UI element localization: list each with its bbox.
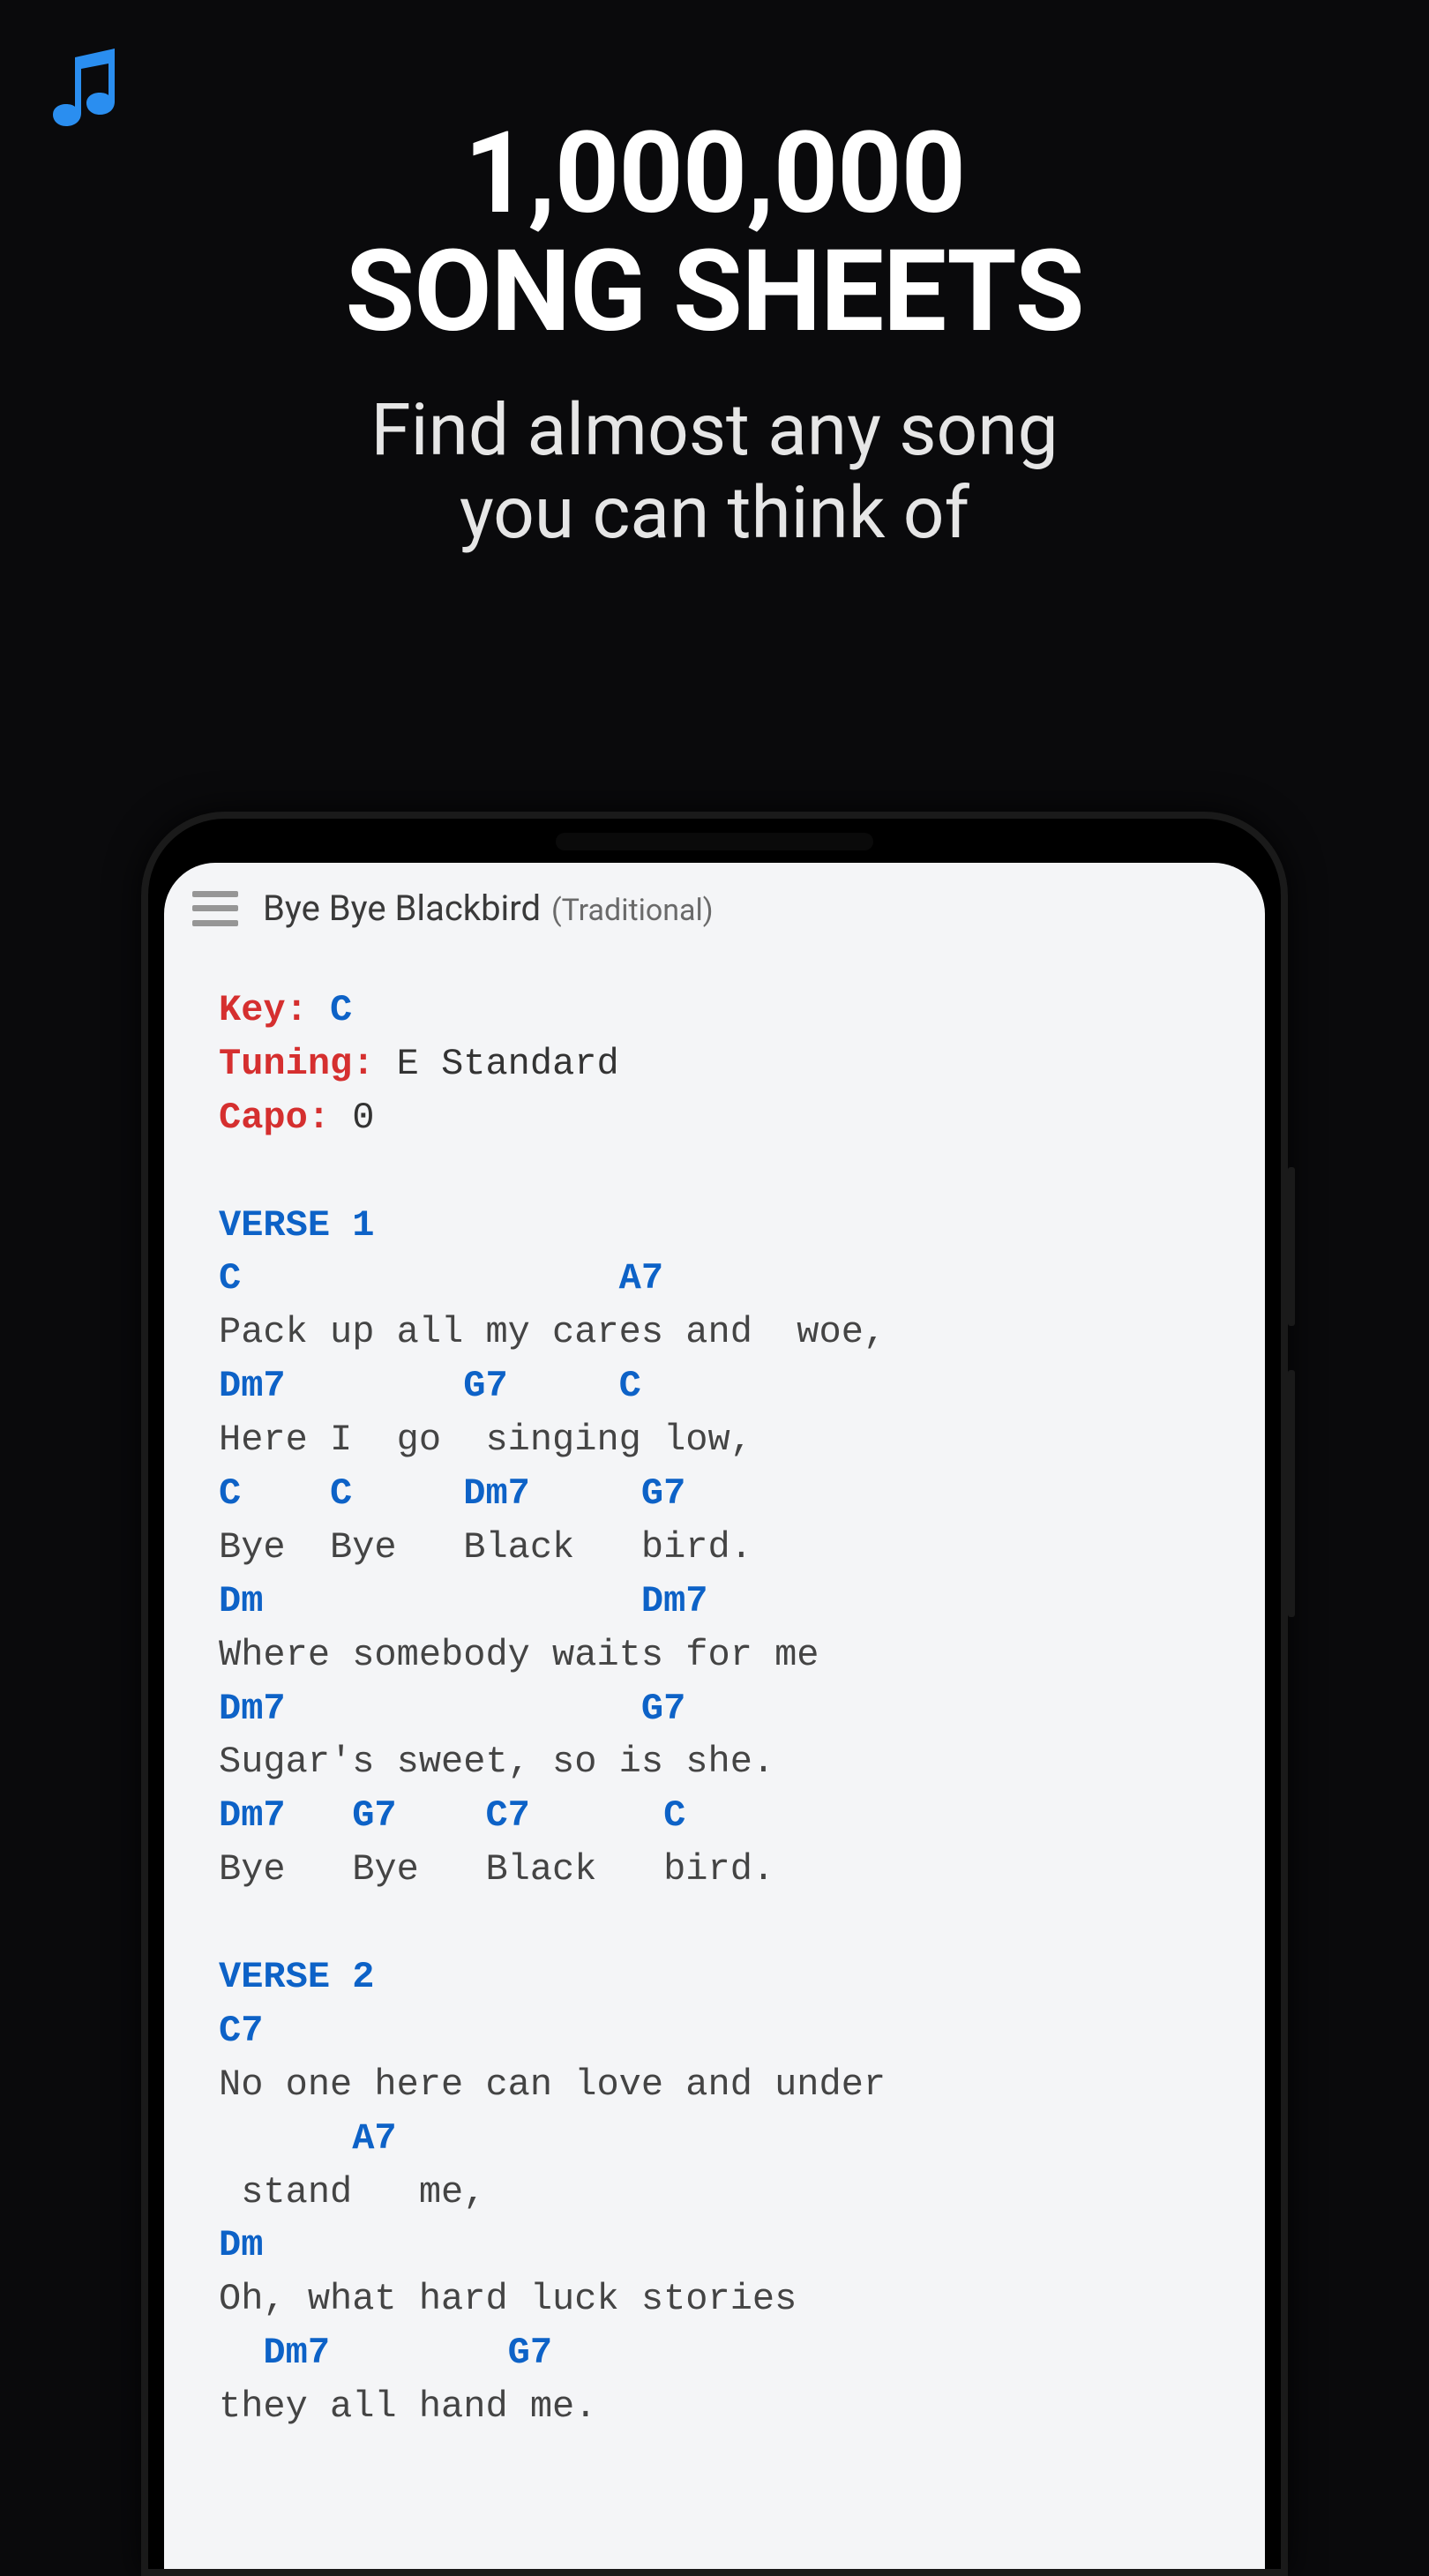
phone-side-button — [1288, 1370, 1295, 1617]
hero-title: 1,000,000 SONG SHEETS — [0, 115, 1429, 352]
chord-line: C A7 — [219, 1257, 663, 1299]
chord-line: A7 — [219, 2117, 397, 2160]
phone-notch — [556, 833, 873, 850]
hero-title-line2: SONG SHEETS — [346, 226, 1084, 358]
key-value: C — [330, 989, 352, 1031]
hero-section: 1,000,000 SONG SHEETS Find almost any so… — [0, 115, 1429, 555]
lyric-line: they all hand me. — [219, 2385, 596, 2428]
tuning-label: Tuning: — [219, 1043, 374, 1085]
lyric-line: stand me, — [219, 2171, 485, 2213]
song-title: Bye Bye Blackbird — [263, 887, 541, 929]
key-label: Key: — [219, 989, 308, 1031]
lyric-line: Oh, what hard luck stories — [219, 2278, 797, 2320]
song-subtitle: (Traditional) — [551, 893, 714, 928]
lyric-line: Bye Bye Black bird. — [219, 1526, 752, 1569]
phone-screen: Bye Bye Blackbird (Traditional) Key: C T… — [164, 863, 1265, 2569]
chord-line: C7 — [219, 2010, 263, 2052]
tuning-value: E Standard — [397, 1043, 619, 1085]
song-title-row: Bye Bye Blackbird (Traditional) — [263, 887, 714, 929]
section-label: VERSE 1 — [219, 1204, 374, 1247]
hero-title-line1: 1,000,000 — [464, 108, 965, 240]
capo-label: Capo: — [219, 1097, 330, 1139]
hero-subtitle-line1: Find almost any song — [370, 388, 1058, 473]
app-header: Bye Bye Blackbird (Traditional) — [164, 863, 1265, 948]
hero-subtitle-line2: you can think of — [460, 471, 969, 556]
lyric-line: Sugar's sweet, so is she. — [219, 1741, 774, 1783]
lyric-line: Bye Bye Black bird. — [219, 1848, 774, 1891]
phone-frame: Bye Bye Blackbird (Traditional) Key: C T… — [141, 812, 1288, 2576]
menu-icon[interactable] — [192, 891, 238, 926]
lyric-line: Pack up all my cares and woe, — [219, 1311, 886, 1353]
capo-value: 0 — [352, 1097, 374, 1139]
hero-subtitle: Find almost any song you can think of — [0, 389, 1429, 556]
song-sheet[interactable]: Key: C Tuning: E Standard Capo: 0 VERSE … — [164, 948, 1265, 2434]
chord-line: Dm7 G7 C7 C — [219, 1794, 685, 1837]
chord-line: Dm7 G7 C — [219, 1365, 641, 1407]
phone-side-button — [1288, 1167, 1295, 1326]
chord-line: Dm7 G7 — [219, 1688, 685, 1730]
lyric-line: No one here can love and under — [219, 2063, 886, 2106]
chord-line: Dm7 G7 — [219, 2332, 552, 2374]
lyric-line: Here I go singing low, — [219, 1419, 752, 1461]
chord-line: Dm — [219, 2224, 263, 2266]
chord-line: Dm Dm7 — [219, 1580, 708, 1622]
chord-line: C C Dm7 G7 — [219, 1472, 685, 1515]
lyric-line: Where somebody waits for me — [219, 1634, 819, 1676]
section-label: VERSE 2 — [219, 1956, 374, 1998]
